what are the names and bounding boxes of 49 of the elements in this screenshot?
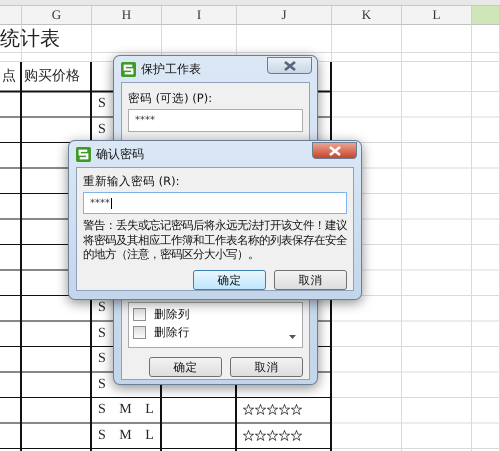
checkbox[interactable] [133,326,146,338]
star-icon [243,404,254,415]
column-header[interactable]: J [237,6,332,25]
star-icon [255,404,266,415]
column-header[interactable]: I [162,6,237,25]
star-icon [291,430,302,440]
close-icon [328,146,340,156]
table-cell: S [98,351,106,366]
password-field[interactable]: **** [83,192,347,214]
table-cell: S [98,96,106,111]
app-icon [121,62,136,76]
star-icon [279,404,290,415]
warning-text: 警告：丢失或忘记密码后将永远无法打开该文件！建议将密码及其相应工作簿和工作表名称的列表保存在安全的地方（注意，密码区分大小写）。 [83,218,347,262]
field-label: 重新输入密码 (R): [83,174,180,188]
table-header: 购买价格 [23,69,80,84]
dialog-button[interactable]: 取消 [274,270,347,290]
permission-label: 删除行 [154,325,190,339]
table-cell: S M L [98,428,154,442]
sheet-title: 统计表 [0,25,60,52]
column-header[interactable]: G [22,6,92,25]
star-icon [267,404,278,415]
star-icon [255,430,266,440]
table-header: 点 [1,69,16,84]
star-icon [267,430,278,440]
table-cell: S [98,122,106,136]
dialog-button[interactable]: 取消 [230,357,303,377]
close-button[interactable] [267,57,312,74]
close-button[interactable] [312,142,357,159]
dialog-title: 确认密码 [96,146,144,163]
star-icon [243,430,254,440]
scroll-down-icon[interactable] [289,335,296,339]
password-field[interactable]: **** [128,109,303,132]
column-header[interactable]: L [402,6,472,25]
app-icon [76,146,91,162]
table-cell: S [98,300,106,315]
column-header[interactable]: H [92,6,162,25]
star-icon [291,404,302,415]
star-icon [279,430,290,440]
checkbox[interactable] [133,308,146,320]
dialog-button[interactable]: 确定 [193,270,266,290]
column-header[interactable]: K [332,6,402,25]
permission-label: 删除列 [154,307,190,321]
field-label: 密码 (可选) (P): [128,91,212,105]
table-cell: S [98,376,106,392]
dialog-button[interactable]: 确定 [149,357,222,377]
dialog-title: 保护工作表 [141,61,201,78]
close-icon [284,60,296,70]
table-cell: S M L [98,402,154,417]
table-cell: S [98,326,106,340]
